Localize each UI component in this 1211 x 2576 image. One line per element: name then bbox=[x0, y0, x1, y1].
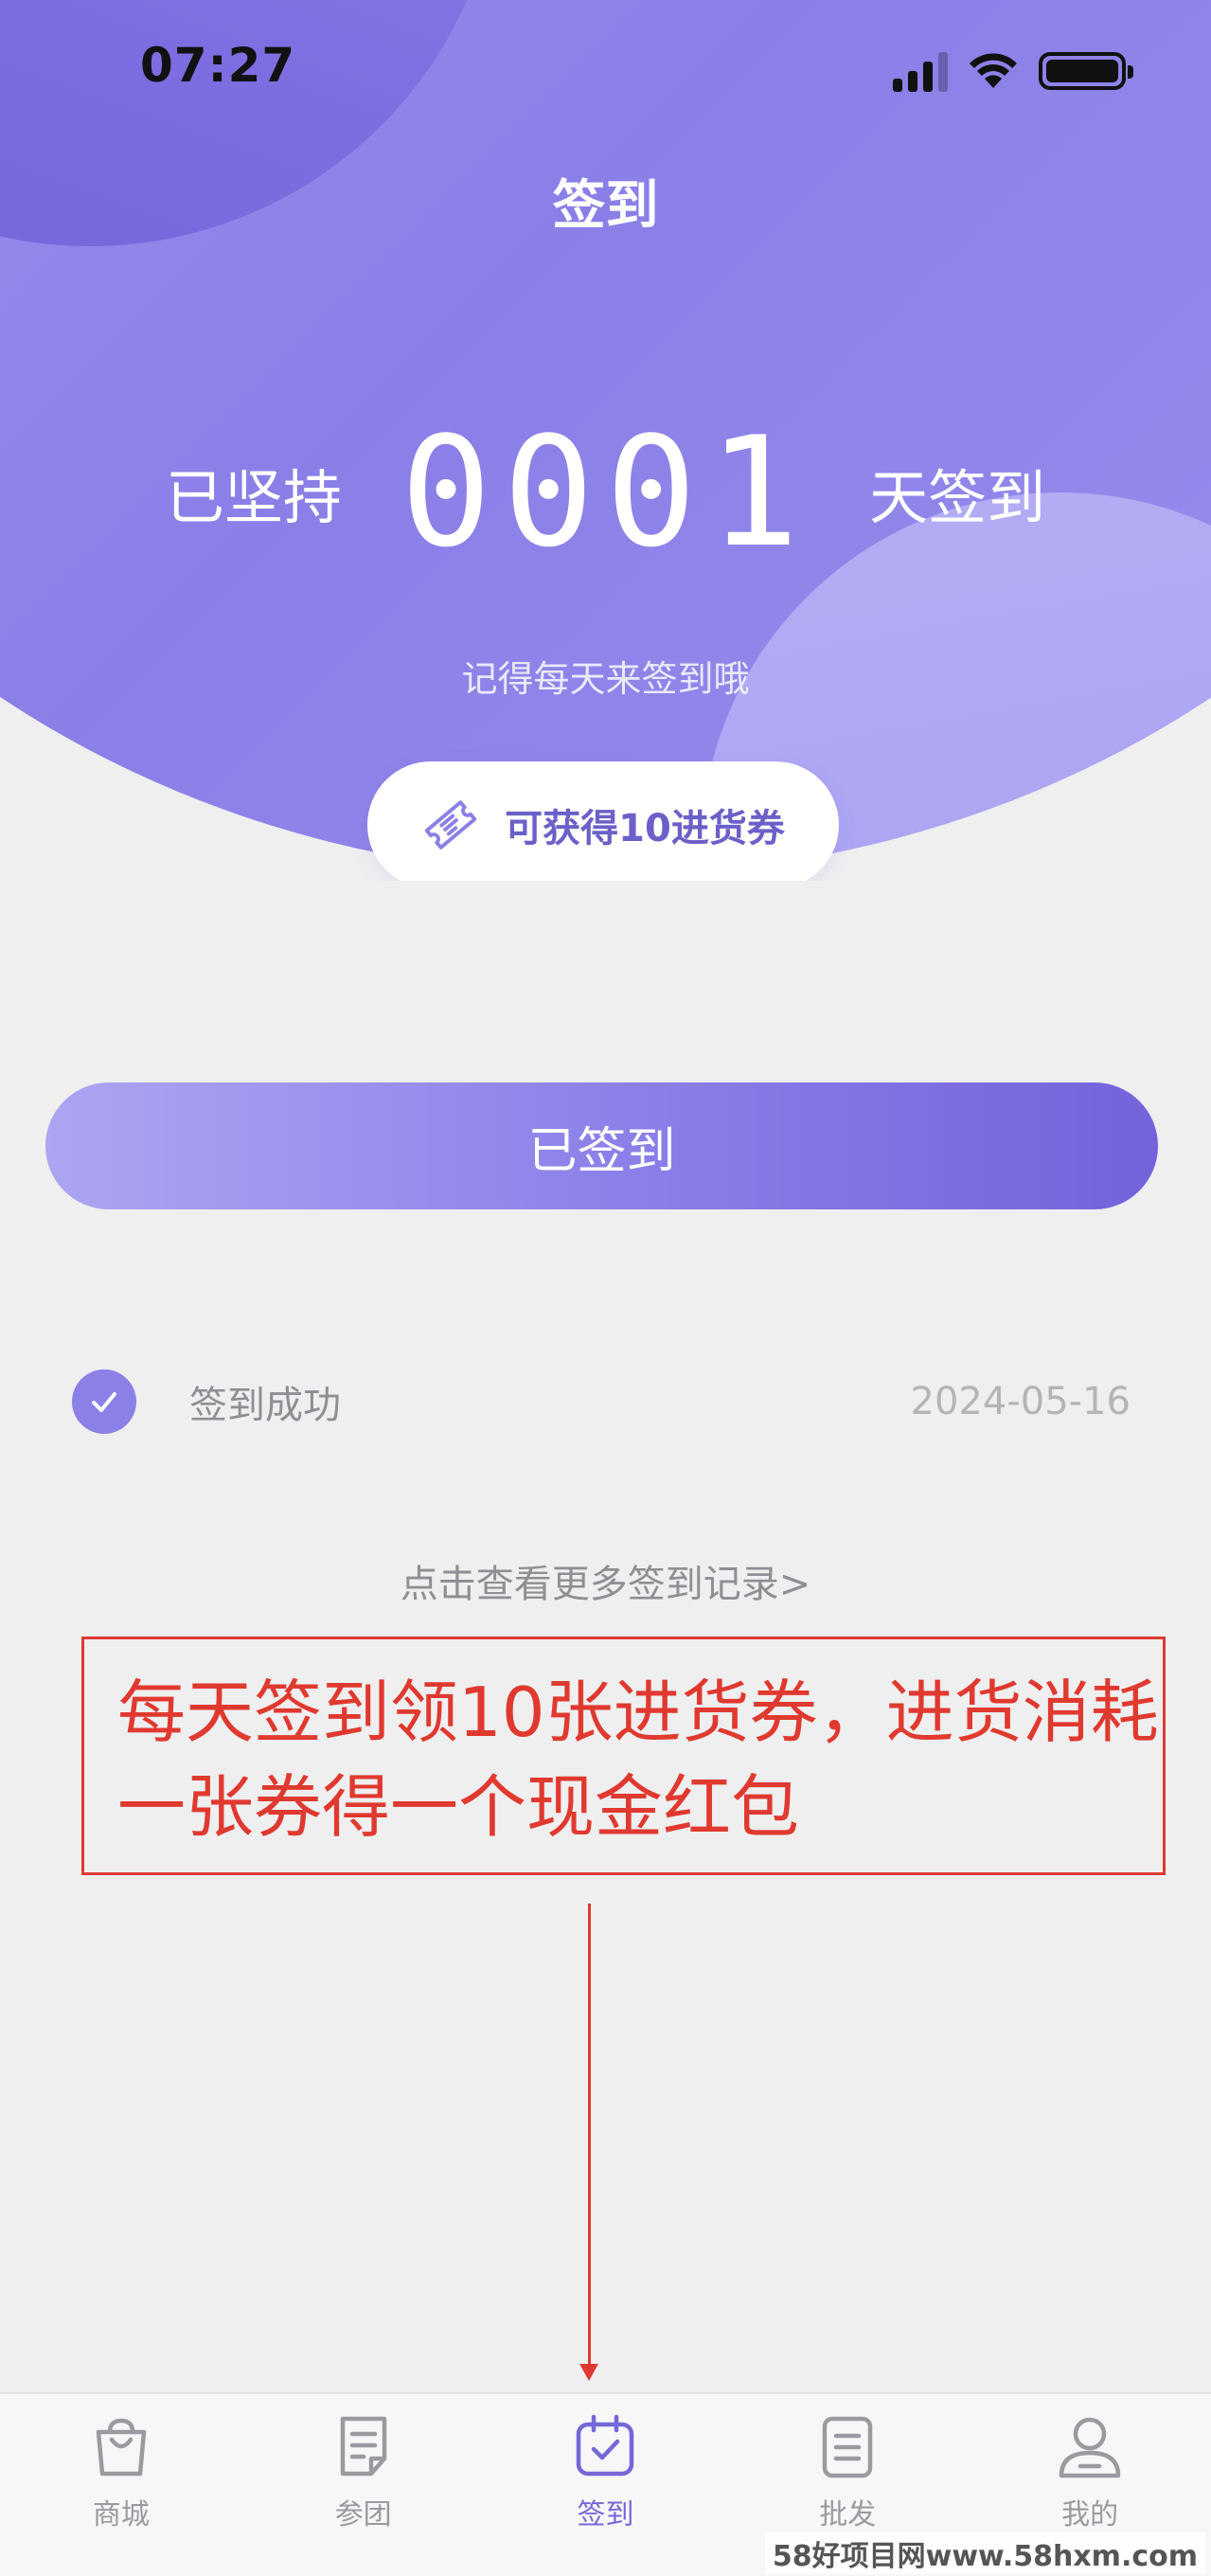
record-row: 签到成功 2024-05-16 bbox=[72, 1368, 1131, 1436]
coupon-text: 可获得10进货券 bbox=[505, 807, 785, 850]
annotation-line-1: 每天签到领10张进货券，进货消耗 bbox=[117, 1673, 1159, 1752]
shopping-bag-icon bbox=[96, 2418, 147, 2477]
tab-group[interactable]: 参团 bbox=[242, 2394, 485, 2576]
ticket-icon bbox=[424, 800, 477, 850]
user-icon bbox=[1059, 2417, 1121, 2478]
annotation-line-2: 一张券得一个现金红包 bbox=[117, 1767, 800, 1847]
tab-label: 我的 bbox=[1061, 2498, 1119, 2531]
status-time: 07:27 bbox=[140, 38, 296, 93]
streak-prefix: 已坚持 bbox=[165, 463, 342, 532]
wifi-icon bbox=[970, 53, 1017, 88]
signed-in-button[interactable]: 已签到 bbox=[45, 1082, 1158, 1209]
tab-label: 签到 bbox=[577, 2498, 634, 2531]
streak-suffix: 天签到 bbox=[869, 463, 1046, 532]
record-label: 签到成功 bbox=[189, 1384, 341, 1427]
calendar-check-icon bbox=[577, 2414, 634, 2477]
coupon-badge[interactable]: 可获得10进货券 bbox=[367, 761, 839, 881]
tab-checkin[interactable]: 签到 bbox=[485, 2394, 727, 2576]
record-date: 2024-05-16 bbox=[910, 1380, 1131, 1423]
tab-label: 参团 bbox=[334, 2498, 392, 2531]
tab-label: 批发 bbox=[819, 2498, 877, 2531]
document-icon bbox=[340, 2416, 386, 2477]
tab-mall[interactable]: 商城 bbox=[0, 2394, 242, 2576]
more-records-link[interactable]: 点击查看更多签到记录> bbox=[0, 1553, 1211, 1608]
check-circle-icon bbox=[72, 1369, 136, 1434]
battery-icon bbox=[1039, 52, 1133, 90]
streak-count: 0001 bbox=[400, 403, 811, 581]
header: 07:27 签到 已坚持 0001 天签到 记得每天来签到哦 可获得10进货券 bbox=[0, 0, 1211, 881]
tab-label: 商城 bbox=[92, 2498, 150, 2531]
annotation-text: 每天签到领10张进货券，进货消耗 一张券得一个现金红包 bbox=[117, 1665, 1211, 1854]
streak-counter: 已坚持 0001 天签到 bbox=[0, 407, 1211, 578]
page-title: 签到 bbox=[552, 175, 659, 237]
list-document-icon bbox=[823, 2416, 873, 2478]
annotation-arrowhead bbox=[579, 2364, 598, 2381]
watermark: 58好项目网www.58hxm.com bbox=[764, 2532, 1205, 2574]
reminder-text: 记得每天来签到哦 bbox=[461, 658, 750, 700]
annotation-pointer-line bbox=[588, 1904, 591, 2368]
cellular-signal-icon bbox=[893, 50, 948, 92]
status-icons bbox=[893, 47, 1133, 95]
